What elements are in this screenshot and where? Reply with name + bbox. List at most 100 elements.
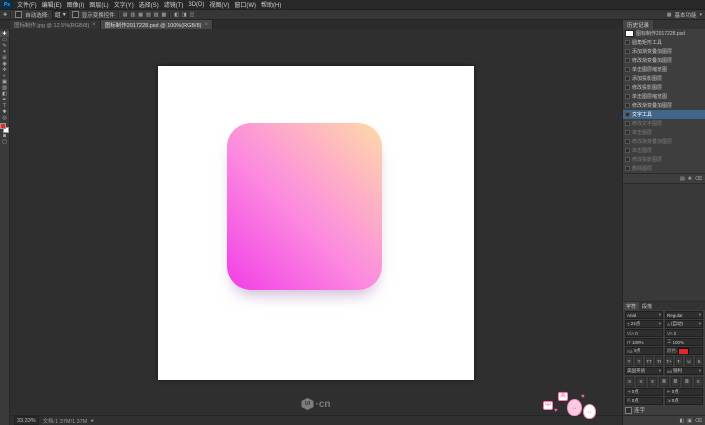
show-transform-checkbox[interactable]	[71, 11, 79, 18]
align-right-icon[interactable]: ▦	[138, 12, 143, 18]
align-middle-icon[interactable]: ▨	[154, 12, 159, 18]
document-tab-psd[interactable]: 图标制作2017228.psd @ 100%(RGB/8) ×	[100, 20, 213, 29]
kerning-input[interactable]: V/A 0	[625, 329, 663, 337]
align-center-icon[interactable]: ▥	[131, 12, 136, 18]
align-bottom-icon[interactable]: ▩	[161, 12, 166, 18]
history-state-row[interactable]: 修改投影图层	[623, 83, 705, 92]
history-state-row[interactable]: 单击图层缩览图	[623, 65, 705, 74]
history-state-row[interactable]: 圆角矩形工具	[623, 38, 705, 47]
history-state-icon	[625, 94, 630, 99]
document-canvas[interactable]	[158, 66, 474, 380]
text-color-swatch[interactable]	[678, 348, 690, 354]
history-state-row[interactable]: 修改渐变叠加图层	[623, 137, 705, 146]
space-before-input[interactable]: ⇱ 0点	[625, 397, 663, 405]
vertical-scale-input[interactable]: IT 100%	[625, 338, 663, 346]
align-text-left-button[interactable]: ≡	[625, 377, 635, 387]
history-state-row[interactable]: 单击图层缩览图	[623, 92, 705, 101]
photoshop-window: Ps 文件(F) 编辑(E) 图像(I) 图层(L) 文字(Y) 选择(S) 滤…	[0, 0, 705, 425]
space-after-input[interactable]: ⇲ 0点	[665, 397, 703, 405]
zoom-tool[interactable]: ◎	[0, 115, 9, 121]
faux-italic-button[interactable]: T	[635, 356, 643, 366]
chevron-down-icon: ▾	[698, 321, 701, 326]
align-left-icon[interactable]: ▤	[123, 12, 128, 18]
distribute-left-icon[interactable]: ◧	[174, 12, 179, 18]
horizontal-scale-input[interactable]: 工 100%	[665, 338, 703, 346]
document-tab-jpg[interactable]: 图标制作.jpg @ 12.5%(RGB/8) ×	[10, 20, 101, 29]
justify-last-center-button[interactable]: ≣	[670, 377, 681, 387]
all-caps-button[interactable]: TT	[645, 356, 653, 366]
menu-3d[interactable]: 3D(D)	[188, 2, 204, 8]
justify-last-left-button[interactable]: ≣	[659, 377, 669, 387]
indent-right-input[interactable]: ⇤ 0点	[665, 388, 703, 396]
zoom-level-input[interactable]: 33.33%	[14, 416, 39, 425]
history-state-row[interactable]: 单击图层	[623, 146, 705, 155]
menu-help[interactable]: 帮助(H)	[261, 0, 281, 9]
delete-icon[interactable]: ⌫	[695, 418, 702, 424]
tab-paragraph[interactable]: 段落	[639, 302, 655, 310]
indent-left-input[interactable]: ⇥ 0点	[625, 388, 663, 396]
tracking-input[interactable]: VA 0	[665, 329, 703, 337]
faux-bold-button[interactable]: T	[625, 356, 633, 366]
history-state-row[interactable]: 修改渐变叠加图层	[623, 101, 705, 110]
distribute-center-icon[interactable]: ◨	[182, 12, 187, 18]
history-state-row[interactable]: 删除图层	[623, 164, 705, 173]
history-state-row[interactable]: 添加投影图层	[623, 74, 705, 83]
font-style-select[interactable]: Regular ▾	[665, 311, 703, 319]
history-state-row[interactable]: 修改文字图层	[623, 119, 705, 128]
history-state-row[interactable]: 修改投影图层	[623, 155, 705, 164]
chevron-down-icon: ▾	[658, 312, 661, 317]
subscript-button[interactable]: T-	[675, 356, 683, 366]
small-caps-button[interactable]: Tt	[655, 356, 663, 366]
tab-history[interactable]: 历史记录	[623, 20, 654, 29]
menu-file[interactable]: 文件(F)	[17, 0, 37, 9]
new-item-icon[interactable]: ▣	[687, 418, 692, 424]
font-size-input[interactable]: T 24点 ▾	[625, 320, 663, 328]
menu-filter[interactable]: 滤镜(T)	[164, 0, 184, 9]
new-document-from-state-icon[interactable]: ▤	[680, 176, 685, 182]
menu-layer[interactable]: 图层(L)	[89, 0, 108, 9]
history-state-row[interactable]: 添加渐变叠加图层	[623, 47, 705, 56]
close-icon[interactable]: ×	[204, 22, 208, 28]
font-family-select[interactable]: Arial ▾	[625, 311, 663, 319]
justify-last-right-button[interactable]: ≣	[682, 377, 692, 387]
close-icon[interactable]: ×	[92, 22, 96, 28]
document-tab-bar: 图标制作.jpg @ 12.5%(RGB/8) × 图标制作2017228.ps…	[10, 20, 622, 29]
superscript-button[interactable]: T+	[665, 356, 673, 366]
tab-character[interactable]: 字符	[623, 302, 640, 310]
baseline-shift-input[interactable]: Aa 0点	[625, 347, 663, 355]
hyphenate-checkbox[interactable]	[625, 406, 632, 414]
history-state-row-selected[interactable]: 文字工具	[623, 110, 705, 119]
menu-select[interactable]: 选择(S)	[139, 0, 159, 9]
leading-input[interactable]: A (自动) ▾	[665, 320, 703, 328]
align-text-center-button[interactable]: ≡	[636, 377, 646, 387]
strikethrough-button[interactable]: S	[695, 356, 703, 366]
foreground-color-swatch[interactable]	[0, 123, 6, 129]
history-state-row[interactable]: 修改渐变叠加图层	[623, 56, 705, 65]
menu-edit[interactable]: 编辑(E)	[42, 0, 62, 9]
panel-options-icon[interactable]: ◧	[679, 418, 684, 424]
text-color-field[interactable]: 颜色:	[665, 347, 703, 355]
distribute-right-icon[interactable]: ◫	[190, 12, 195, 18]
hyphenate-label: 连字	[634, 408, 646, 414]
history-snapshot-row[interactable]: 图标制作2017228.psd	[623, 29, 705, 38]
new-snapshot-icon[interactable]: ✚	[688, 176, 692, 182]
screen-mode-button[interactable]: ▢	[0, 139, 9, 145]
underline-button[interactable]: U	[685, 356, 693, 366]
workspace-switcher[interactable]: 基本功能	[674, 11, 696, 19]
history-state-row[interactable]: 单击图层	[623, 128, 705, 137]
status-chevron-icon[interactable]: ▸	[91, 418, 94, 424]
font-family-value: Arial	[627, 312, 637, 318]
language-select[interactable]: 美国英语 ▾	[625, 367, 663, 375]
menu-type[interactable]: 文字(Y)	[114, 0, 134, 9]
menu-window[interactable]: 窗口(W)	[234, 0, 256, 9]
align-text-right-button[interactable]: ≡	[647, 377, 658, 387]
delete-state-icon[interactable]: ⌫	[695, 176, 702, 182]
justify-all-button[interactable]: ≡	[693, 377, 703, 387]
auto-select-dropdown[interactable]: 组 ▾	[51, 10, 69, 19]
menu-view[interactable]: 视图(V)	[209, 0, 229, 9]
align-top-icon[interactable]: ▧	[146, 12, 151, 18]
menu-image[interactable]: 图像(I)	[67, 0, 85, 9]
auto-select-checkbox[interactable]	[15, 11, 23, 18]
antialias-select[interactable]: aa 锐利 ▾	[665, 367, 703, 375]
character-panel-tab-row: 字符 段落	[623, 301, 705, 310]
